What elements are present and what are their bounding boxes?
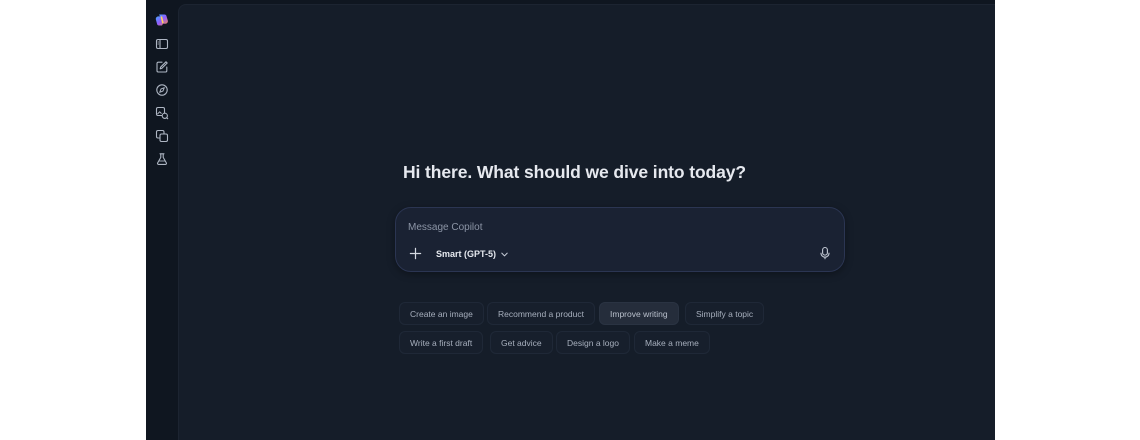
- discover-icon: [156, 84, 168, 96]
- suggestion-recommend-product[interactable]: Recommend a product: [487, 302, 595, 325]
- voice-input-button[interactable]: [816, 244, 834, 262]
- left-rail: [146, 0, 178, 440]
- copilot-logo[interactable]: [152, 10, 172, 30]
- pages-button[interactable]: [152, 126, 172, 146]
- suggestion-get-advice[interactable]: Get advice: [490, 331, 553, 354]
- suggestion-simplify-topic[interactable]: Simplify a topic: [685, 302, 765, 325]
- chevron-down-icon: [501, 252, 508, 256]
- discover-button[interactable]: [152, 80, 172, 100]
- suggestion-create-image[interactable]: Create an image: [399, 302, 484, 325]
- model-selector-button[interactable]: Smart (GPT-5): [436, 247, 509, 261]
- copilot-app-window: Hi there. What should we dive into today…: [146, 0, 995, 440]
- new-chat-icon: [156, 61, 168, 73]
- add-attachment-button[interactable]: [407, 245, 423, 261]
- message-input[interactable]: [408, 219, 788, 235]
- imagine-button[interactable]: [152, 103, 172, 123]
- greeting-heading: Hi there. What should we dive into today…: [403, 162, 747, 182]
- new-chat-button[interactable]: [152, 57, 172, 77]
- sidebar-toggle-button[interactable]: [152, 34, 172, 54]
- main-panel: Hi there. What should we dive into today…: [178, 4, 995, 440]
- sidebar-toggle-icon: [155, 38, 169, 50]
- suggestion-design-logo[interactable]: Design a logo: [556, 331, 630, 354]
- plus-icon: [409, 247, 421, 259]
- model-selector-label: Smart (GPT-5): [436, 249, 497, 259]
- labs-icon: [156, 153, 168, 165]
- imagine-icon: [155, 106, 169, 120]
- suggestion-write-first-draft[interactable]: Write a first draft: [399, 331, 484, 354]
- suggestion-improve-writing[interactable]: Improve writing: [599, 302, 679, 325]
- pages-icon: [155, 129, 169, 143]
- labs-button[interactable]: [152, 149, 172, 169]
- microphone-icon: [820, 246, 830, 260]
- message-composer: Smart (GPT-5): [395, 207, 845, 272]
- suggestion-make-meme[interactable]: Make a meme: [634, 331, 710, 354]
- copilot-logo-icon: [155, 14, 168, 26]
